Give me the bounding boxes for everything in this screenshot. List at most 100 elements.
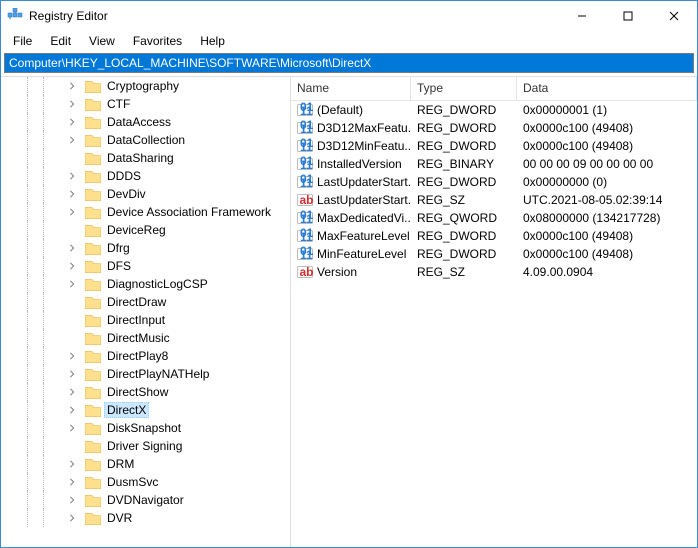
- list-item[interactable]: MaxFeatureLevel REG_DWORD 0x0000c100 (49…: [291, 227, 697, 245]
- tree-item[interactable]: DVR: [1, 509, 290, 527]
- tree-item[interactable]: DiagnosticLogCSP: [1, 275, 290, 293]
- tree-item-label: DirectMusic: [104, 330, 173, 346]
- list-item[interactable]: D3D12MaxFeatu... REG_DWORD 0x0000c100 (4…: [291, 119, 697, 137]
- binary-value-icon: [297, 120, 313, 136]
- tree-item[interactable]: DirectDraw: [1, 293, 290, 311]
- tree-item-label: DVR: [104, 510, 135, 526]
- tree-item-label: DFS: [104, 258, 134, 274]
- chevron-right-icon[interactable]: [65, 241, 79, 255]
- tree-item-label: DVDNavigator: [104, 492, 187, 508]
- value-data: 0x00000000 (0): [517, 175, 697, 189]
- tree-item[interactable]: DataSharing: [1, 149, 290, 167]
- tree-item[interactable]: DeviceReg: [1, 221, 290, 239]
- chevron-right-icon[interactable]: [65, 97, 79, 111]
- menu-file[interactable]: File: [5, 32, 40, 50]
- tree-item-label: DirectDraw: [104, 294, 169, 310]
- column-type[interactable]: Type: [411, 77, 517, 100]
- chevron-right-icon[interactable]: [65, 403, 79, 417]
- tree-item[interactable]: DirectX: [1, 401, 290, 419]
- menu-edit[interactable]: Edit: [42, 32, 79, 50]
- folder-icon: [85, 241, 101, 255]
- folder-icon: [85, 115, 101, 129]
- list-item[interactable]: MaxDedicatedVi... REG_QWORD 0x08000000 (…: [291, 209, 697, 227]
- list-pane[interactable]: Name Type Data (Default) REG_DWORD 0x000…: [291, 77, 697, 547]
- tree-item[interactable]: DusmSvc: [1, 473, 290, 491]
- tree-item[interactable]: DiskSnapshot: [1, 419, 290, 437]
- tree-item[interactable]: DirectMusic: [1, 329, 290, 347]
- close-button[interactable]: [651, 1, 697, 31]
- chevron-right-icon[interactable]: [65, 385, 79, 399]
- chevron-right-icon[interactable]: [65, 133, 79, 147]
- chevron-right-icon[interactable]: [65, 511, 79, 525]
- value-data: 0x0000c100 (49408): [517, 121, 697, 135]
- maximize-button[interactable]: [605, 1, 651, 31]
- folder-icon: [85, 421, 101, 435]
- chevron-right-icon[interactable]: [65, 421, 79, 435]
- list-item[interactable]: LastUpdaterStart... REG_DWORD 0x00000000…: [291, 173, 697, 191]
- binary-value-icon: [297, 138, 313, 154]
- list-item[interactable]: (Default) REG_DWORD 0x00000001 (1): [291, 101, 697, 119]
- window-title: Registry Editor: [29, 9, 559, 23]
- tree-item[interactable]: DRM: [1, 455, 290, 473]
- menu-favorites[interactable]: Favorites: [125, 32, 190, 50]
- tree-item[interactable]: DVDNavigator: [1, 491, 290, 509]
- chevron-right-icon[interactable]: [65, 205, 79, 219]
- tree-item[interactable]: DDDS: [1, 167, 290, 185]
- folder-icon: [85, 403, 101, 417]
- list-item[interactable]: Version REG_SZ 4.09.00.0904: [291, 263, 697, 281]
- folder-icon: [85, 277, 101, 291]
- tree-item-label: DataSharing: [104, 150, 177, 166]
- column-data[interactable]: Data: [517, 77, 697, 100]
- maximize-icon: [623, 11, 633, 21]
- tree-item[interactable]: DataCollection: [1, 131, 290, 149]
- folder-icon: [85, 493, 101, 507]
- value-data: 0x0000c100 (49408): [517, 139, 697, 153]
- chevron-right-icon[interactable]: [65, 457, 79, 471]
- value-name: MinFeatureLevel: [317, 247, 406, 261]
- folder-icon: [85, 457, 101, 471]
- chevron-right-icon[interactable]: [65, 367, 79, 381]
- chevron-right-icon[interactable]: [65, 187, 79, 201]
- folder-icon: [85, 367, 101, 381]
- chevron-right-icon[interactable]: [65, 349, 79, 363]
- tree-item[interactable]: Device Association Framework: [1, 203, 290, 221]
- menu-view[interactable]: View: [81, 32, 123, 50]
- folder-icon: [85, 511, 101, 525]
- chevron-right-icon[interactable]: [65, 169, 79, 183]
- value-data: 0x0000c100 (49408): [517, 229, 697, 243]
- folder-icon: [85, 205, 101, 219]
- list-item[interactable]: InstalledVersion REG_BINARY 00 00 00 09 …: [291, 155, 697, 173]
- app-icon: [7, 8, 23, 24]
- tree-pane[interactable]: Cryptography CTF DataAccess DataCollecti…: [1, 77, 291, 547]
- tree-item-label: DirectPlayNATHelp: [104, 366, 212, 382]
- menu-help[interactable]: Help: [192, 32, 233, 50]
- tree-item[interactable]: Dfrg: [1, 239, 290, 257]
- tree-item[interactable]: DevDiv: [1, 185, 290, 203]
- value-type: REG_SZ: [411, 193, 517, 207]
- tree-item[interactable]: CTF: [1, 95, 290, 113]
- tree-item[interactable]: DFS: [1, 257, 290, 275]
- tree-item[interactable]: DirectInput: [1, 311, 290, 329]
- list-item[interactable]: MinFeatureLevel REG_DWORD 0x0000c100 (49…: [291, 245, 697, 263]
- tree-item[interactable]: Cryptography: [1, 77, 290, 95]
- binary-value-icon: [297, 102, 313, 118]
- tree-item[interactable]: DataAccess: [1, 113, 290, 131]
- chevron-right-icon[interactable]: [65, 277, 79, 291]
- tree-item-label: DiagnosticLogCSP: [104, 276, 211, 292]
- chevron-right-icon[interactable]: [65, 475, 79, 489]
- column-name[interactable]: Name: [291, 77, 411, 100]
- chevron-right-icon[interactable]: [65, 493, 79, 507]
- chevron-right-icon[interactable]: [65, 259, 79, 273]
- chevron-right-icon[interactable]: [65, 79, 79, 93]
- list-item[interactable]: D3D12MinFeatu... REG_DWORD 0x0000c100 (4…: [291, 137, 697, 155]
- folder-icon: [85, 79, 101, 93]
- tree-item[interactable]: Driver Signing: [1, 437, 290, 455]
- tree-item[interactable]: DirectPlayNATHelp: [1, 365, 290, 383]
- tree-item[interactable]: DirectPlay8: [1, 347, 290, 365]
- address-bar[interactable]: Computer\HKEY_LOCAL_MACHINE\SOFTWARE\Mic…: [4, 53, 694, 73]
- minimize-button[interactable]: [559, 1, 605, 31]
- tree-item-label: DDDS: [104, 168, 144, 184]
- list-item[interactable]: LastUpdaterStart... REG_SZ UTC.2021-08-0…: [291, 191, 697, 209]
- tree-item[interactable]: DirectShow: [1, 383, 290, 401]
- chevron-right-icon[interactable]: [65, 115, 79, 129]
